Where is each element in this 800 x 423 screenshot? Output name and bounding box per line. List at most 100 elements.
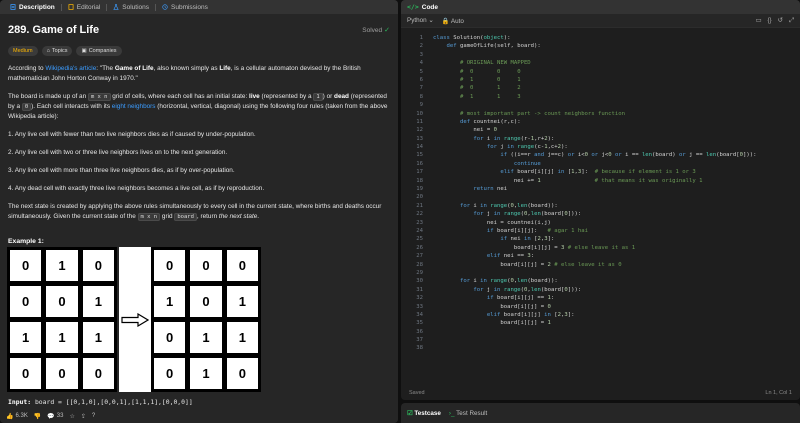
line-number: 34: [416, 311, 423, 318]
tab-test-result[interactable]: ›_ Test Result: [449, 410, 487, 417]
code-line[interactable]: 11 def countnei(r,c):: [401, 118, 800, 126]
tag-icon: ⌂: [46, 48, 50, 54]
tab-editorial[interactable]: Editorial: [62, 0, 106, 14]
tab-testcase[interactable]: ☑ Testcase: [407, 410, 441, 417]
grid-after: 000101011010: [151, 247, 261, 392]
tab-solutions[interactable]: Solutions: [107, 0, 155, 14]
code-line[interactable]: 16 continue: [401, 160, 800, 168]
tab-description[interactable]: Description: [4, 0, 61, 14]
tab-submissions[interactable]: Submissions: [156, 0, 214, 14]
code-line[interactable]: 5 # 0 0 0: [401, 68, 800, 76]
intro-paragraph: According to Wikipedia's article: "The G…: [8, 65, 361, 82]
line-number: 2: [419, 43, 423, 50]
code-line[interactable]: 37: [401, 336, 800, 344]
code-editor[interactable]: 1 class Solution(object): 2 def gameOfLife…: [401, 28, 800, 386]
code-line[interactable]: 15 if ((i==r and j==c) or i<0 or j<0 or …: [401, 151, 800, 159]
code-line[interactable]: 3: [401, 51, 800, 59]
code-line[interactable]: 21 for i in range(0,len(board)):: [401, 202, 800, 210]
code-line[interactable]: 24 if board[i][j]: # agar 1 hai: [401, 227, 800, 235]
code-text: if board[i][j]: # agar 1 hai: [486, 227, 588, 234]
code-line[interactable]: 1 class Solution(object):: [401, 34, 800, 42]
code-text: return nei: [473, 186, 508, 193]
star-button[interactable]: ☆: [69, 413, 74, 420]
grid-cell: 1: [189, 321, 223, 354]
code-line[interactable]: 31 for j in range(0,len(board[0])):: [401, 286, 800, 294]
code-line[interactable]: 36: [401, 328, 800, 336]
tab-label: Description: [19, 3, 55, 11]
reset-icon[interactable]: ↺: [778, 17, 783, 25]
code-line[interactable]: 23 nei = countnei(i,j): [401, 219, 800, 227]
code-line[interactable]: 19 return nei: [401, 185, 800, 193]
code-text: nei += 1 # that means it was originally …: [433, 177, 703, 184]
code-text: elif nei == 3:: [486, 253, 535, 260]
code-line[interactable]: 10 # most important part -> count neighb…: [401, 110, 800, 118]
code-line[interactable]: 28 board[i][j] = 2 # else leave it as 0: [401, 261, 800, 269]
code-text: continue: [513, 160, 541, 167]
code-line[interactable]: 2 def gameOfLife(self, board):: [401, 42, 800, 50]
code-line[interactable]: 20: [401, 193, 800, 201]
code-text: board[i][j] = 2 # else leave it as 0: [433, 261, 622, 268]
help-button[interactable]: ?: [92, 413, 95, 419]
code-line[interactable]: 7 # 0 1 2: [401, 84, 800, 92]
line-number: 15: [416, 152, 423, 159]
code-line[interactable]: 6 # 1 0 1: [401, 76, 800, 84]
dislike-button[interactable]: 👎: [34, 413, 41, 420]
code-line[interactable]: 27 elif nei == 3:: [401, 252, 800, 260]
code-line[interactable]: 29: [401, 269, 800, 277]
topics-button[interactable]: ⌂ Topics: [41, 46, 73, 56]
wikipedia-link[interactable]: Wikipedia's article: [45, 65, 96, 72]
rule-2: 2. Any live cell with two or three live …: [8, 149, 228, 156]
code-panel: </> Code Python ⌄ 🔒 Auto ▭ {} ↺ ⤢ 1 class…: [401, 0, 800, 400]
code-line[interactable]: 26 board[i][j] = 3 # else leave it as 1: [401, 244, 800, 252]
code-line[interactable]: 9: [401, 101, 800, 109]
line-number: 28: [416, 261, 423, 268]
code-line[interactable]: 13 for i in range(r-1,r+2):: [401, 135, 800, 143]
like-button[interactable]: 👍 6.3K: [6, 413, 28, 420]
line-number: 27: [416, 253, 423, 260]
code-line[interactable]: 32 if board[i][j] == 1:: [401, 294, 800, 302]
code-line[interactable]: 22 for j in range(0,len(board[0])):: [401, 210, 800, 218]
code-line[interactable]: 18 nei += 1 # that means it was original…: [401, 177, 800, 185]
braces-icon[interactable]: {}: [767, 17, 771, 25]
grid-cell: 1: [81, 321, 115, 354]
bookmark-icon[interactable]: ▭: [756, 17, 762, 25]
line-number: 4: [419, 60, 423, 67]
code-line[interactable]: 17 elif board[i][j] in [1,3]: # because …: [401, 168, 800, 176]
fullscreen-icon[interactable]: ⤢: [789, 17, 794, 25]
action-bar: 👍 6.3K 👎 💬 33 ☆ ⇪ ?: [0, 409, 398, 423]
companies-button[interactable]: ▣ Companies: [76, 46, 122, 56]
code-line[interactable]: 35 board[i][j] = 1: [401, 319, 800, 327]
code-line[interactable]: 38: [401, 344, 800, 352]
line-number: 17: [416, 169, 423, 176]
grid-cell: 1: [9, 321, 43, 354]
companies-label: Companies: [88, 48, 117, 54]
cursor-position: Ln 1, Col 1: [765, 390, 792, 396]
code-line[interactable]: 30 for i in range(0,len(board)):: [401, 277, 800, 285]
code-line[interactable]: 33 board[i][j] = 0: [401, 303, 800, 311]
comments-button[interactable]: 💬 33: [47, 413, 63, 420]
checkbox-icon: ☑: [407, 409, 413, 417]
code-text: # 0 1 2: [459, 85, 521, 92]
code-line[interactable]: 34 elif board[i][j] in [2,3]:: [401, 311, 800, 319]
thumbs-down-icon: 👎: [33, 413, 42, 420]
code-line[interactable]: 25 if nei in [2,3]:: [401, 235, 800, 243]
code-line[interactable]: 4 # ORIGINAL NEW MAPPED: [401, 59, 800, 67]
solved-status: Solved ✓: [362, 26, 390, 35]
code-text: board[i][j] = 1: [433, 320, 551, 327]
grid-cell: 1: [81, 285, 115, 318]
code-text: elif board[i][j] in [1,3]: # because if …: [500, 169, 696, 176]
share-button[interactable]: ⇪: [81, 413, 86, 420]
code-text: nei = countnei(i,j): [433, 219, 551, 226]
code-icon: </>: [407, 3, 419, 11]
flask-icon: [113, 4, 119, 10]
code-line[interactable]: 14 for j in range(c-1,c+2):: [401, 143, 800, 151]
eight-neighbors-link[interactable]: eight neighbors: [112, 103, 156, 110]
language-select[interactable]: Python ⌄: [407, 17, 434, 24]
code-line[interactable]: 12 nei = 0: [401, 126, 800, 134]
description-panel: Description Editorial Solutions Submissi…: [0, 0, 398, 423]
line-number: 37: [416, 337, 423, 344]
code-line[interactable]: 8 # 1 1 3: [401, 93, 800, 101]
auto-mode-toggle[interactable]: 🔒 Auto: [442, 17, 464, 25]
